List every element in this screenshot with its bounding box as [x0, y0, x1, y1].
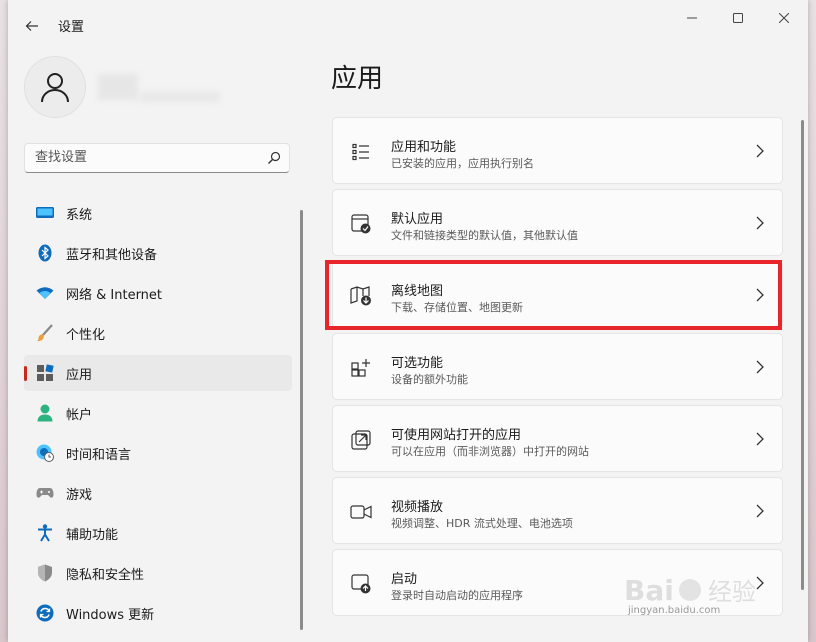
sidebar-item-label: 辅助功能 — [66, 527, 119, 543]
chevron-right-icon — [756, 288, 764, 302]
sidebar-item-accessibility[interactable]: 辅助功能 — [24, 515, 292, 551]
sidebar-item-gaming[interactable]: 游戏 — [24, 475, 292, 511]
chevron-right-icon — [756, 216, 764, 230]
card-title: 应用和功能 — [391, 140, 457, 155]
sidebar-scrollbar[interactable] — [300, 210, 303, 630]
update-icon — [36, 604, 54, 622]
card-title: 可使用网站打开的应用 — [391, 428, 522, 443]
svg-text:Bai: Bai — [624, 574, 674, 607]
baidu-watermark-logo: Bai 经验 — [624, 574, 756, 607]
sidebar-item-personalization[interactable]: 个性化 — [24, 315, 292, 351]
person-icon — [36, 404, 54, 422]
svg-text:经验: 经验 — [708, 578, 756, 606]
card-subtitle: 已安装的应用，应用执行别名 — [391, 157, 534, 170]
card-offline-maps[interactable]: 离线地图 下载、存储位置、地图更新 — [332, 261, 783, 328]
sidebar-item-windows-update[interactable]: Windows 更新 — [24, 595, 292, 631]
settings-card-list: 应用和功能 已安装的应用，应用执行别名 默认应用 文件和链接类型的默认值，其他默… — [332, 117, 783, 621]
search-icon[interactable] — [267, 151, 281, 165]
gamepad-icon — [36, 484, 54, 502]
startup-icon — [350, 573, 372, 595]
watermark-url: jingyan.baidu.com — [628, 605, 721, 616]
sidebar-item-network[interactable]: 网络 & Internet — [24, 275, 292, 311]
card-subtitle: 文件和链接类型的默认值，其他默认值 — [391, 229, 578, 242]
card-title: 离线地图 — [391, 284, 444, 299]
sidebar-nav: 系统 蓝牙和其他设备 网络 & Internet 个性化 应用 帐户 时间和语言… — [24, 195, 292, 635]
sidebar-item-privacy[interactable]: 隐私和安全性 — [24, 555, 292, 591]
close-button[interactable] — [766, 8, 802, 28]
search-input[interactable] — [33, 149, 257, 166]
sidebar-item-label: 隐私和安全性 — [66, 567, 145, 583]
minimize-icon — [687, 17, 697, 19]
globe-clock-icon — [36, 444, 54, 462]
sidebar-item-bluetooth[interactable]: 蓝牙和其他设备 — [24, 235, 292, 271]
sidebar-item-label: 个性化 — [66, 327, 106, 343]
list-icon — [350, 141, 372, 163]
sidebar-item-accounts[interactable]: 帐户 — [24, 395, 292, 431]
user-email-blurred — [140, 92, 220, 102]
video-camera-icon — [350, 501, 372, 523]
maximize-icon — [733, 13, 743, 23]
title-bar: 设置 — [8, 0, 808, 48]
default-app-icon — [350, 213, 372, 235]
sidebar-item-label: 蓝牙和其他设备 — [66, 247, 158, 263]
sidebar-item-system[interactable]: 系统 — [24, 195, 292, 231]
card-title: 可选功能 — [391, 356, 444, 371]
sidebar-item-time-language[interactable]: 时间和语言 — [24, 435, 292, 471]
card-subtitle: 设备的额外功能 — [391, 373, 468, 386]
chevron-right-icon — [756, 360, 764, 374]
close-icon — [779, 13, 789, 23]
accessibility-icon — [36, 524, 54, 542]
avatar[interactable] — [24, 56, 86, 118]
sidebar-item-label: 时间和语言 — [66, 447, 132, 463]
wifi-icon — [36, 284, 54, 302]
sidebar-item-label: 系统 — [66, 207, 93, 223]
card-video-playback[interactable]: 视频播放 视频调整、HDR 流式处理、电池选项 — [332, 477, 783, 544]
card-subtitle: 可以在应用（而非浏览器）中打开的网站 — [391, 445, 589, 458]
minimize-button[interactable] — [674, 8, 710, 28]
card-default-apps[interactable]: 默认应用 文件和链接类型的默认值，其他默认值 — [332, 189, 783, 256]
open-external-icon — [350, 429, 372, 451]
card-title: 默认应用 — [391, 212, 444, 227]
chevron-right-icon — [756, 504, 764, 518]
brush-icon — [36, 324, 54, 342]
sidebar-item-label: 网络 & Internet — [66, 287, 163, 303]
search-box[interactable] — [24, 143, 290, 173]
card-apps-features[interactable]: 应用和功能 已安装的应用，应用执行别名 — [332, 117, 783, 184]
card-subtitle: 下载、存储位置、地图更新 — [391, 301, 523, 314]
map-icon — [350, 285, 372, 307]
shield-icon — [36, 564, 54, 582]
page-title: 应用 — [331, 64, 384, 94]
sidebar-item-apps[interactable]: 应用 — [24, 355, 292, 391]
add-grid-icon — [350, 357, 372, 379]
monitor-icon — [36, 204, 54, 222]
sidebar-item-label: 游戏 — [66, 487, 93, 503]
sidebar-item-label: 帐户 — [66, 407, 93, 423]
user-icon — [41, 73, 69, 103]
card-subtitle: 登录时自动启动的应用程序 — [391, 589, 523, 602]
card-subtitle: 视频调整、HDR 流式处理、电池选项 — [391, 517, 573, 530]
chevron-right-icon — [756, 432, 764, 446]
main-scrollbar[interactable] — [801, 120, 804, 590]
apps-icon — [36, 364, 54, 382]
window-title: 设置 — [58, 20, 85, 35]
card-optional-features[interactable]: 可选功能 设备的额外功能 — [332, 333, 783, 400]
back-button[interactable] — [20, 14, 44, 38]
settings-window: 设置 系统 — [8, 0, 808, 642]
maximize-button[interactable] — [720, 8, 756, 28]
sidebar-item-label: 应用 — [66, 367, 93, 383]
arrow-left-icon — [25, 21, 38, 31]
card-title: 启动 — [391, 572, 418, 587]
bluetooth-icon — [36, 244, 54, 262]
card-apps-for-websites[interactable]: 可使用网站打开的应用 可以在应用（而非浏览器）中打开的网站 — [332, 405, 783, 472]
card-title: 视频播放 — [391, 500, 444, 515]
sidebar-item-label: Windows 更新 — [66, 607, 155, 623]
user-name-blurred — [98, 74, 138, 100]
chevron-right-icon — [756, 144, 764, 158]
